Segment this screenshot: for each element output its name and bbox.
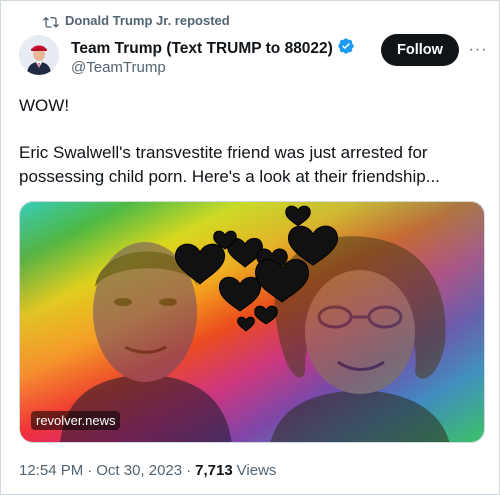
tweet-time[interactable]: 12:54 PM bbox=[19, 462, 83, 479]
tweet-date[interactable]: Oct 30, 2023 bbox=[96, 462, 182, 479]
views-count[interactable]: 7,713 bbox=[195, 462, 233, 479]
follow-button[interactable]: Follow bbox=[381, 34, 459, 66]
repost-icon bbox=[43, 14, 59, 28]
author-name-row[interactable]: Team Trump (Text TRUMP to 88022) bbox=[71, 37, 355, 60]
more-options-icon[interactable]: ··· bbox=[467, 39, 489, 61]
meta-separator: · bbox=[186, 462, 192, 479]
views-label: Views bbox=[236, 462, 277, 479]
image-watermark: revolver.news bbox=[31, 411, 121, 430]
avatar[interactable] bbox=[19, 35, 59, 75]
repost-header[interactable]: Donald Trump Jr. reposted bbox=[43, 13, 230, 28]
meta-separator: · bbox=[87, 462, 93, 479]
tweet-text-line1: WOW! bbox=[19, 96, 70, 115]
tweet-card: Donald Trump Jr. reposted Team Trump (Te… bbox=[0, 0, 500, 495]
tweet-image[interactable] bbox=[19, 201, 485, 443]
tweet-meta: 12:54 PM · Oct 30, 2023 · 7,713 Views bbox=[19, 462, 276, 479]
tweet-text-body: Eric Swalwell's transvestite friend was … bbox=[19, 143, 440, 186]
author-name[interactable]: Team Trump (Text TRUMP to 88022) bbox=[71, 40, 333, 58]
author-handle[interactable]: @TeamTrump bbox=[71, 59, 166, 76]
rainbow-collage-image bbox=[20, 202, 484, 442]
verified-badge-icon bbox=[337, 37, 355, 60]
repost-text: Donald Trump Jr. reposted bbox=[65, 13, 230, 28]
